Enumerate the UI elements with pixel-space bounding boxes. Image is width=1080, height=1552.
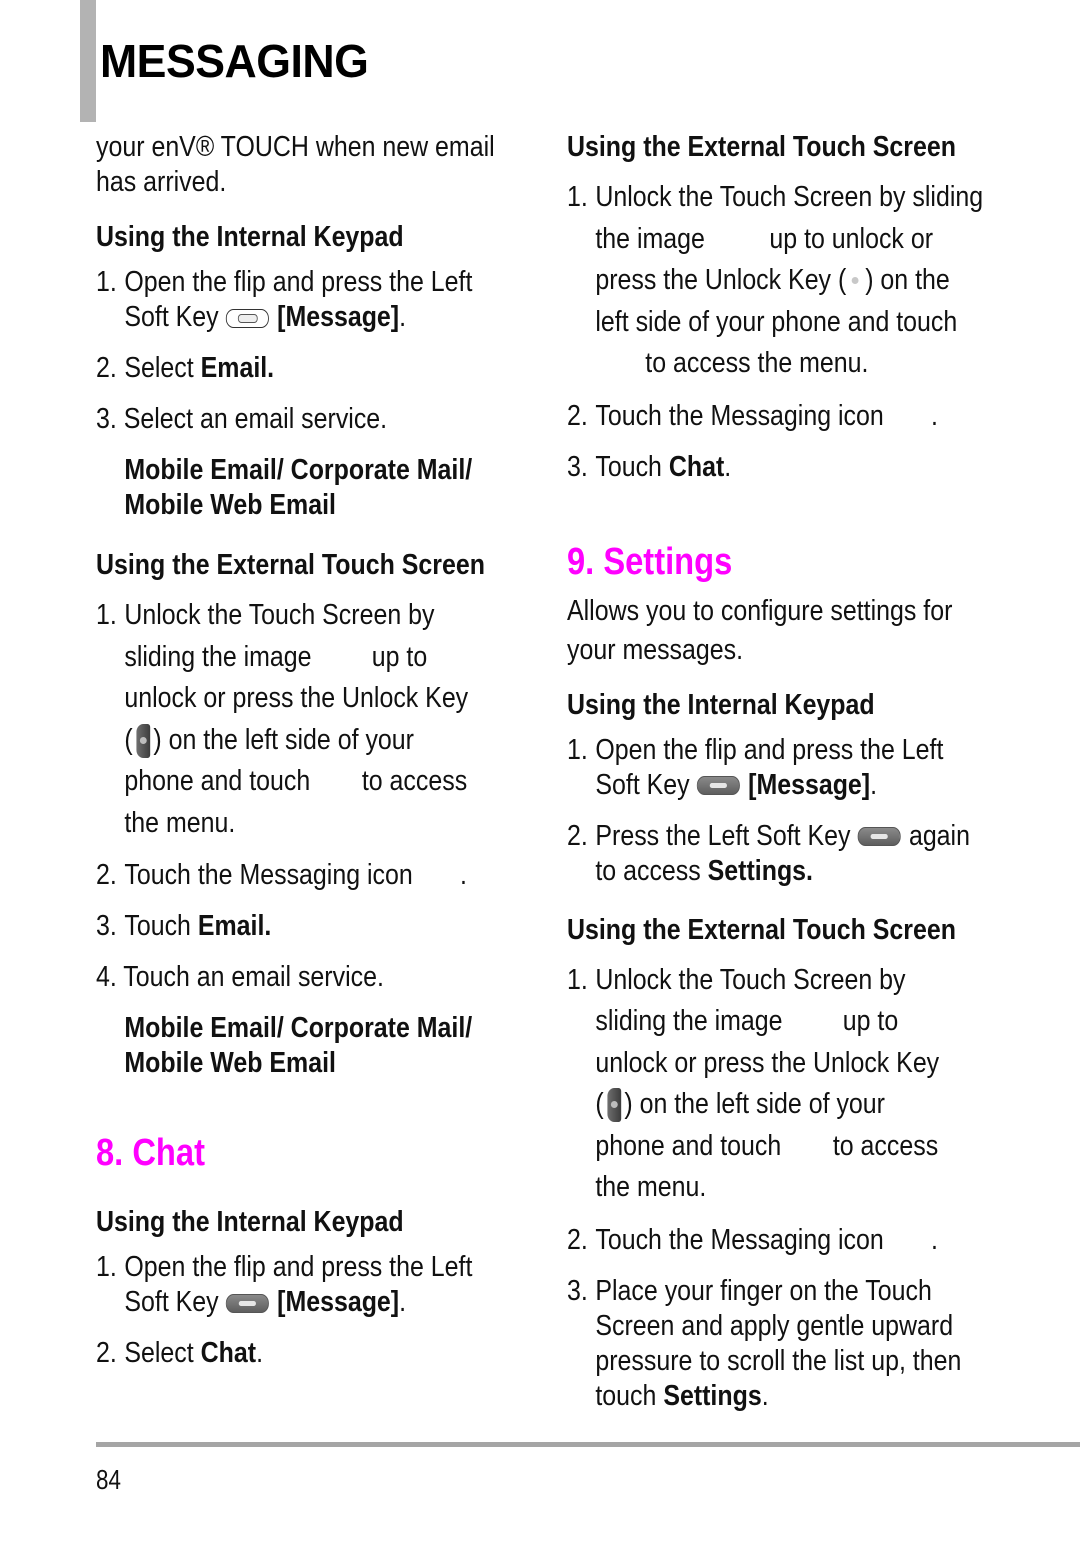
step-2: 2. Touch the Messaging icon. xyxy=(567,1223,938,1256)
intro-line-1: your enV® TOUCH when new email xyxy=(96,131,495,163)
step-2: 2. Touch the Messaging icon. xyxy=(96,859,467,891)
left-soft-key-icon xyxy=(225,1293,269,1313)
section-heading: Using the Internal Keypad xyxy=(96,1206,404,1238)
step-1: 1. Open the flip and press the Left Soft… xyxy=(96,265,473,335)
section-heading: Using the External Touch Screen xyxy=(96,549,485,581)
step-number: 1. xyxy=(567,181,588,213)
left-soft-key-icon xyxy=(225,308,269,328)
email-service-options: Mobile Email/ Corporate Mail/ Mobile Web… xyxy=(124,454,473,521)
chapter-side-bar xyxy=(80,0,96,122)
step-number: 2. xyxy=(567,819,588,852)
step-number: 2. xyxy=(96,859,117,891)
step-number: 1. xyxy=(96,599,117,631)
step-2: 2. Select Chat. xyxy=(96,1337,264,1369)
step-number: 3. xyxy=(96,910,117,942)
step-number: 1. xyxy=(567,963,588,996)
left-soft-key-icon xyxy=(696,776,740,796)
chat-section: 8. Chat Using the Internal Keypad 1. Ope… xyxy=(96,1131,473,1371)
chapter-title: MESSAGING xyxy=(100,35,369,87)
step-1: 1. Unlock the Touch Screen by sliding th… xyxy=(567,177,983,385)
step-1: 1. Open the flip and press the Left Soft… xyxy=(567,733,944,801)
email-service-options: Mobile Email/ Corporate Mail/ Mobile Web… xyxy=(124,1012,473,1079)
chat-external-section: Using the External Touch Screen 1. Unloc… xyxy=(567,130,983,485)
intro-paragraph: your enV® TOUCH when new email has arriv… xyxy=(96,130,495,200)
left-soft-key-icon xyxy=(857,827,901,847)
step-number: 1. xyxy=(96,1251,117,1283)
step-number: 2. xyxy=(567,1223,588,1256)
section-heading: Using the Internal Keypad xyxy=(96,221,404,253)
step-2: 2. Touch the Messaging icon. xyxy=(567,399,938,432)
step-4: 4. Touch an email service. xyxy=(96,961,384,993)
footer-divider xyxy=(96,1442,1080,1447)
email-internal-section: Using the Internal Keypad 1. Open the fl… xyxy=(96,220,473,523)
section-heading: Using the Internal Keypad xyxy=(567,688,875,721)
step-number: 3. xyxy=(567,1274,588,1307)
page-number: 84 xyxy=(96,1464,121,1495)
step-1: 1. Unlock the Touch Screen by sliding th… xyxy=(567,960,939,1209)
step-text: Open the flip and press the Left xyxy=(124,266,473,298)
step-1: 1. Unlock the Touch Screen by sliding th… xyxy=(96,595,468,844)
step-2: 2. Press the Left Soft Key again to acces… xyxy=(567,819,970,887)
settings-description: Allows you to configure settings for you… xyxy=(567,594,953,666)
unlock-key-icon xyxy=(136,723,150,758)
step-number: 2. xyxy=(567,399,588,432)
step-3: 3. Place your finger on the Touch Screen… xyxy=(567,1274,962,1412)
step-3: 3. Select an email service. xyxy=(96,403,388,435)
email-external-section: Using the External Touch Screen 1. Unloc… xyxy=(96,548,485,1081)
section-title-settings: 9. Settings xyxy=(567,540,733,583)
step-number: 1. xyxy=(567,733,588,766)
unlock-key-icon xyxy=(607,1088,621,1123)
left-column: your enV® TOUCH when new email has arriv… xyxy=(96,130,506,1371)
section-heading: Using the External Touch Screen xyxy=(567,131,956,163)
section-heading: Using the External Touch Screen xyxy=(567,913,956,946)
section-title-chat: 8. Chat xyxy=(96,1132,205,1174)
intro-line-2: has arrived. xyxy=(96,166,227,198)
step-number: 1. xyxy=(96,266,117,298)
step-2: 2. Select Email. xyxy=(96,352,275,384)
step-number: 2. xyxy=(96,1337,117,1369)
step-number: 2. xyxy=(96,352,117,384)
step-number: 3. xyxy=(567,450,588,483)
right-column: Using the External Touch Screen 1. Unloc… xyxy=(567,130,997,1414)
step-text-line-2: Soft Key [Message]. xyxy=(124,301,407,333)
step-1: 1. Open the flip and press the Left Soft… xyxy=(96,1251,473,1318)
settings-section: 9. Settings Allows you to configure sett… xyxy=(567,540,970,1414)
step-3: 3. Touch Email. xyxy=(96,910,272,942)
step-3: 3. Touch Chat. xyxy=(567,450,732,483)
unlock-key-icon xyxy=(850,275,862,287)
